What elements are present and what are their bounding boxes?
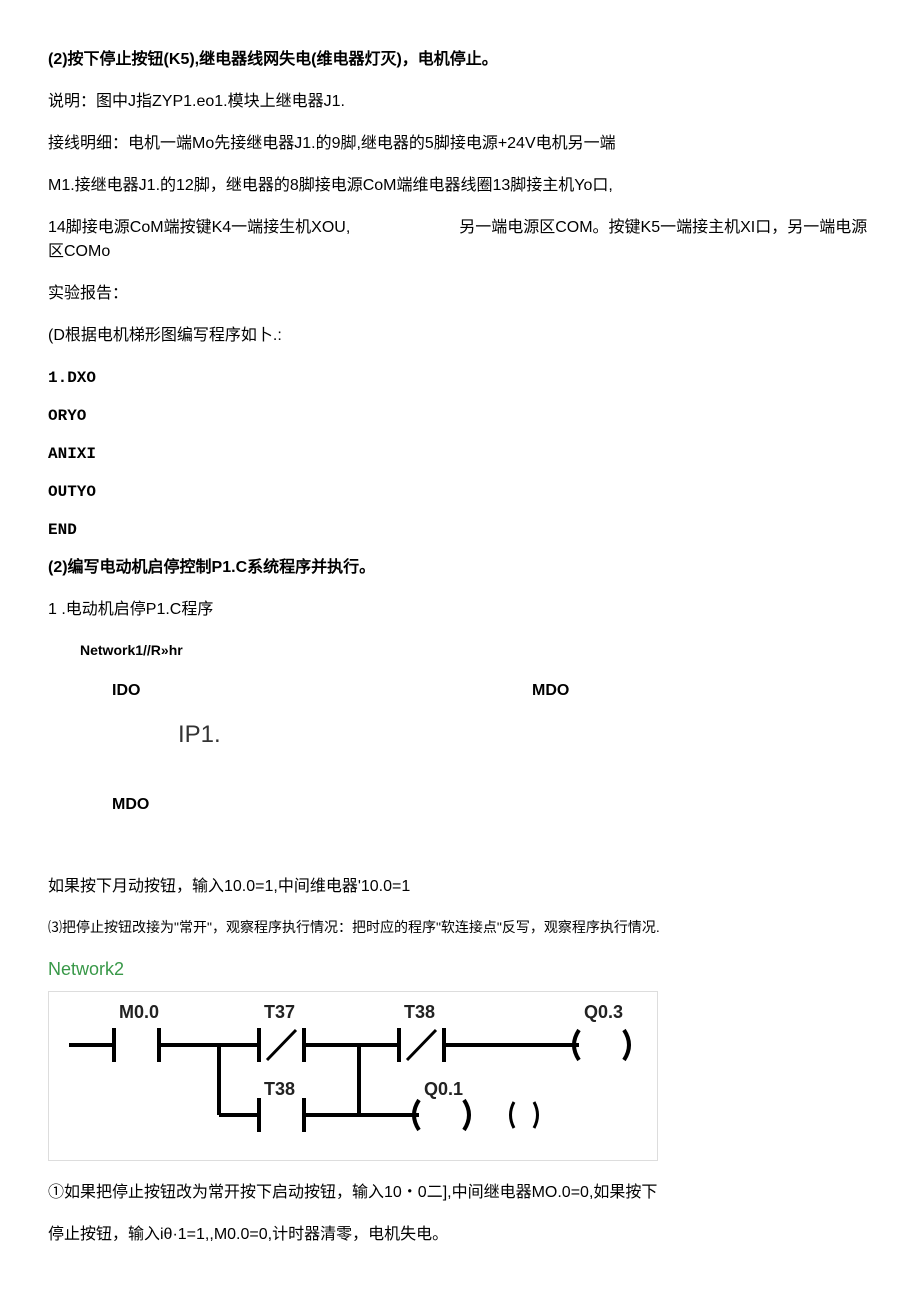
paragraph-wiring2: M1.接继电器J1.的12脚，继电器的8脚接电源CoM端维电器线圈13脚接主机Y… xyxy=(48,174,872,198)
label-q03: Q0.3 xyxy=(584,1002,623,1022)
paragraph-d: (D根据电机梯形图编写程序如卜.: xyxy=(48,324,872,348)
code-line-4: OUTYO xyxy=(48,480,872,504)
label-q01: Q0.1 xyxy=(424,1079,463,1099)
ladder-diagram: M0.0 T37 T38 Q0.3 T38 Q0.1 xyxy=(48,991,658,1161)
label-t37: T37 xyxy=(264,1002,295,1022)
label-t38a: T38 xyxy=(404,1002,435,1022)
paragraph-explain: 说明：图中J指ZYP1.eo1.模块上继电器J1. xyxy=(48,90,872,114)
text: (2)编写电动机启停控制P1.C系统程序并执行。 xyxy=(48,559,375,576)
code-line-5: END xyxy=(48,518,872,542)
code-line-2: ORYO xyxy=(48,404,872,428)
label-m00: M0.0 xyxy=(119,1002,159,1022)
text: 14脚接电源CoM端按键K4一端接生机XOU, xyxy=(48,219,350,236)
ip1-label: IP1. xyxy=(178,717,872,753)
text: (2)按下停止按钮(K5),继电器线网失电(维电器灯灭)，电机停止。 xyxy=(48,51,498,68)
paragraph-if-press: 如果按下月动按钮，输入10.0=1,中间维电器'10.0=1 xyxy=(48,875,872,899)
paragraph-step2: (2)按下停止按钮(K5),继电器线网失电(维电器灯灭)，电机停止。 xyxy=(48,48,872,72)
code-line-3: ANIXI xyxy=(48,442,872,466)
label-t38b: T38 xyxy=(264,1079,295,1099)
network2-label: Network2 xyxy=(48,956,872,983)
paragraph-wiring3: 14脚接电源CoM端按键K4一端接生机XOU, 另一端电源区COM。按键K5一端… xyxy=(48,216,872,264)
paragraph-stop-change: ⑶把停止按钮改接为"常开"，观察程序执行情况：把时应的程序"软连接点"反写，观察… xyxy=(48,917,872,938)
paragraph-result1: ①如果把停止按钮改为常开按下启动按钮，输入10・0二],中间继电器MO.0=0,… xyxy=(48,1181,872,1205)
code-line-1: 1.DXO xyxy=(48,366,872,390)
paragraph-result2: 停止按钮，输入iθ·1=1,,M0.0=0,计时器清零，电机失电。 xyxy=(48,1223,872,1247)
paragraph-prog1: 1 .电动机启停P1.C程序 xyxy=(48,598,872,622)
paragraph-step2b: (2)编写电动机启停控制P1.C系统程序并执行。 xyxy=(48,556,872,580)
mdo-label: MDO xyxy=(532,679,872,703)
paragraph-report: 实验报告： xyxy=(48,282,872,306)
ladder-svg: M0.0 T37 T38 Q0.3 T38 Q0.1 xyxy=(59,1000,649,1150)
io-row: IDO MDO xyxy=(48,679,872,703)
network1-label: Network1//R»hr xyxy=(80,640,872,661)
mdo-label-2: MDO xyxy=(112,793,872,817)
paragraph-wiring1: 接线明细：电机一端Mo先接继电器J1.的9脚,继电器的5脚接电源+24V电机另一… xyxy=(48,132,872,156)
ido-label: IDO xyxy=(112,679,532,703)
spacer xyxy=(48,835,872,875)
